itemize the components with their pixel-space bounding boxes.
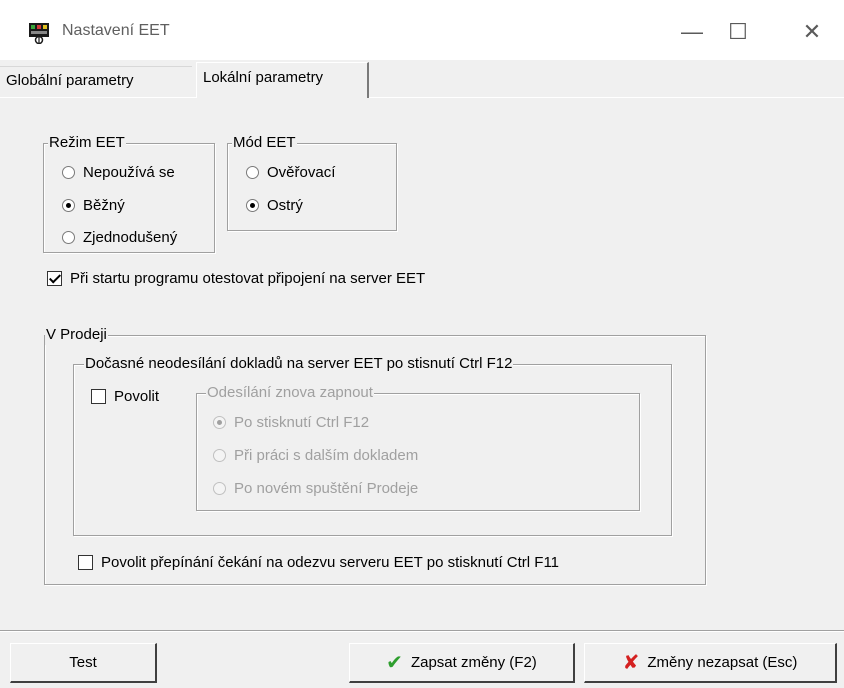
button-label: Zapsat změny (F2) (410, 654, 537, 671)
checkbox-label: Povolit přepínání čekání na odezvu serve… (101, 553, 560, 571)
checkbox-label: Povolit (114, 387, 160, 405)
red-x-icon: ✘ (622, 652, 640, 674)
eet-app-icon (28, 22, 50, 45)
radio-label: Ostrý (267, 196, 303, 214)
window-title: Nastavení EET (62, 22, 170, 39)
tab-panel-border (0, 97, 844, 98)
startup-test-checkbox[interactable]: Při startu programu otestovat připojení … (47, 266, 425, 290)
mod-group-legend: Mód EET (232, 133, 297, 153)
tab-label: Globální parametry (6, 72, 134, 89)
resend-legend: Odesílání znova zapnout (206, 383, 374, 403)
radio-bezny[interactable]: Běžný (62, 193, 177, 217)
mod-group: Mód EET Ověřovací Ostrý (227, 133, 397, 231)
mode-group-legend: Režim EET (48, 133, 126, 153)
maximize-icon: ☐ (728, 19, 748, 44)
resend-group: Odesílání znova zapnout Po stisknutí Ctr… (196, 383, 640, 511)
radio-overovaci[interactable]: Ověřovací (246, 160, 335, 184)
temp-nosend-legend: Dočasné neodesílání dokladů na server EE… (84, 354, 514, 374)
checkbox-label: Při startu programu otestovat připojení … (70, 269, 426, 287)
radio-pri-praci[interactable]: Při práci s dalším dokladem (213, 443, 418, 467)
tab-global-parameters[interactable]: Globální parametry (0, 66, 192, 96)
radio-po-novem-spusteni[interactable]: Po novém spuštění Prodeje (213, 476, 418, 500)
close-button[interactable]: ✕ (782, 10, 842, 54)
maximize-button[interactable]: ☐ (708, 10, 768, 54)
radio-label: Po novém spuštění Prodeje (234, 479, 419, 497)
mode-group: Režim EET Nepoužívá se Běžný Zjednodušen… (43, 133, 215, 253)
close-icon: ✕ (802, 19, 822, 44)
sales-group-legend: V Prodeji (45, 325, 108, 345)
discard-changes-button[interactable]: ✘ Změny nezapsat (Esc) (584, 643, 837, 683)
radio-icon (246, 165, 259, 179)
green-checkmark-icon: ✔ (386, 652, 403, 674)
radio-po-ctrl-f12[interactable]: Po stisknutí Ctrl F12 (213, 410, 418, 434)
toggle-wait-checkbox[interactable]: Povolit přepínání čekání na odezvu serve… (78, 550, 559, 574)
allow-nosend-checkbox[interactable]: Povolit (91, 384, 159, 408)
bottom-separator-highlight (0, 631, 844, 632)
radio-icon (213, 448, 226, 462)
checkbox-checked-icon (47, 270, 62, 286)
button-label: Změny nezapsat (Esc) (647, 654, 798, 671)
button-label: Test (69, 654, 97, 671)
radio-label: Při práci s dalším dokladem (234, 446, 419, 464)
radio-label: Ověřovací (267, 163, 336, 181)
test-button[interactable]: Test (10, 643, 157, 683)
tab-label: Lokální parametry (203, 69, 324, 86)
radio-checked-icon (62, 198, 75, 212)
radio-checked-icon (246, 198, 259, 212)
radio-checked-icon (213, 415, 226, 429)
checkbox-icon (91, 388, 106, 404)
radio-label: Běžný (83, 196, 125, 214)
radio-icon (62, 230, 75, 244)
radio-zjednoduseny[interactable]: Zjednodušený (62, 225, 177, 249)
tab-local-parameters[interactable]: Lokální parametry (196, 62, 369, 98)
radio-label: Nepoužívá se (83, 163, 175, 181)
radio-label: Po stisknutí Ctrl F12 (234, 413, 370, 431)
save-changes-button[interactable]: ✔ Zapsat změny (F2) (349, 643, 575, 683)
checkbox-icon (78, 554, 93, 570)
radio-icon (62, 165, 75, 179)
radio-label: Zjednodušený (83, 228, 178, 246)
radio-ostry[interactable]: Ostrý (246, 193, 335, 217)
radio-icon (213, 481, 226, 495)
radio-nepouziva-se[interactable]: Nepoužívá se (62, 160, 177, 184)
minimize-icon: — (681, 19, 703, 44)
